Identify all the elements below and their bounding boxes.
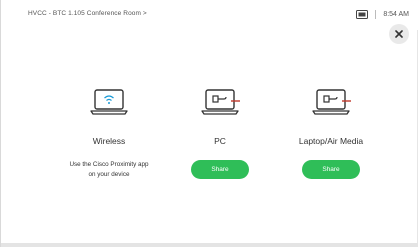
- status-area: 8:54 AM: [356, 8, 409, 20]
- description-line: Use the Cisco Proximity app: [69, 161, 149, 168]
- laptop-cable-icon: [201, 89, 240, 115]
- option-laptop: Laptop/Air Media Share: [276, 82, 386, 179]
- share-button-laptop[interactable]: Share: [302, 160, 360, 179]
- option-label: Wireless: [92, 136, 126, 146]
- close-icon: [395, 30, 403, 38]
- divider: [375, 9, 377, 19]
- top-bar: HVCC - BTC 1.105 Conference Room > 8:54 …: [1, 0, 418, 30]
- app-window: HVCC - BTC 1.105 Conference Room > 8:54 …: [0, 0, 418, 247]
- laptop-wifi-icon: [90, 89, 128, 115]
- clock: 8:54 AM: [383, 10, 409, 18]
- bottom-border: [1, 243, 418, 247]
- option-description: Use the Cisco Proximity app on your devi…: [54, 160, 164, 180]
- option-wireless: Wireless Use the Cisco Proximity app on …: [54, 82, 164, 180]
- option-pc: PC Share: [165, 82, 275, 179]
- room-title[interactable]: HVCC - BTC 1.105 Conference Room >: [28, 10, 147, 17]
- close-button[interactable]: [389, 24, 409, 44]
- screen-share-icon: [356, 9, 369, 19]
- laptop-cable-icon: [312, 89, 351, 115]
- option-label: PC: [214, 136, 226, 146]
- share-button-pc[interactable]: Share: [191, 160, 249, 179]
- description-line: on your device: [88, 171, 130, 178]
- option-label: Laptop/Air Media: [298, 136, 364, 146]
